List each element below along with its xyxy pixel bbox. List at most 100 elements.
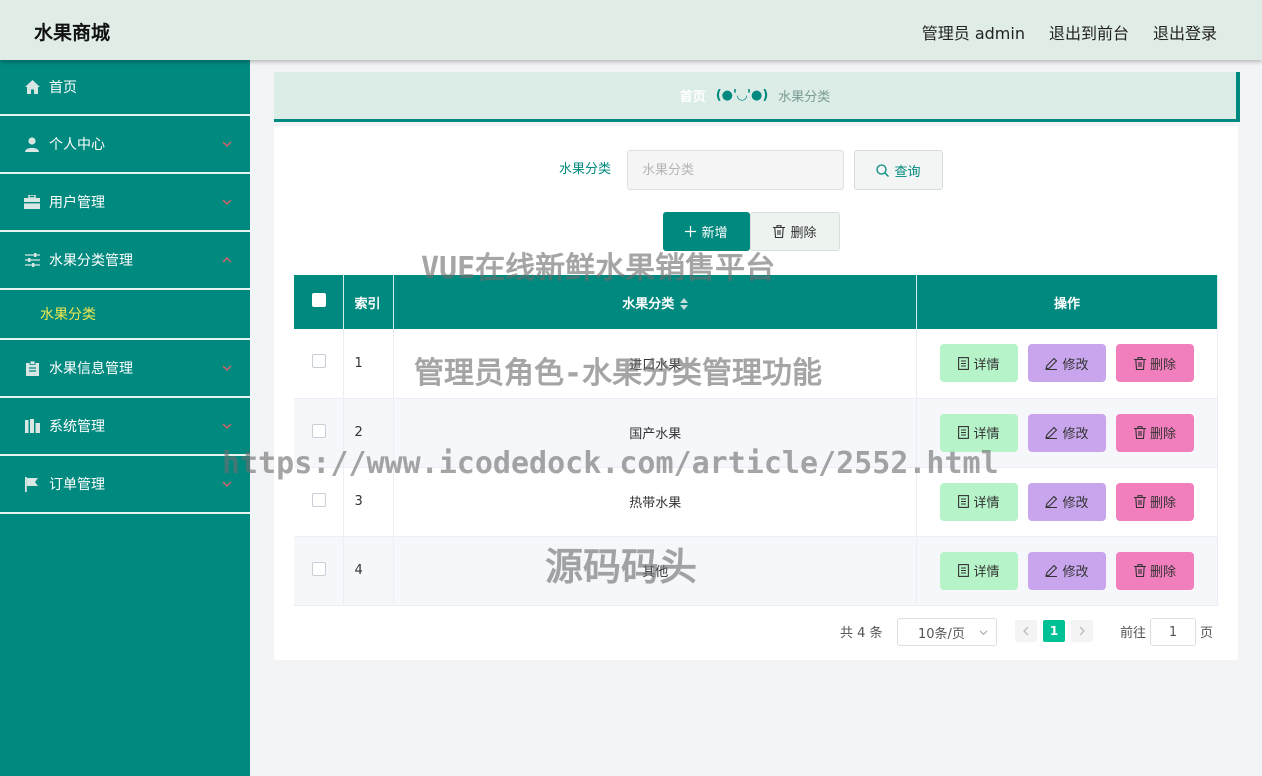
row-checkbox[interactable]: [311, 423, 326, 438]
detail-button[interactable]: 详情: [940, 482, 1018, 521]
sidebar-item-label: 个人中心: [49, 137, 105, 153]
bars-icon: [24, 418, 40, 434]
edit-button-label: 修改: [1062, 565, 1089, 580]
briefcase-icon: [24, 194, 40, 210]
select-all-cell: [294, 275, 345, 329]
page-unit-label: 页: [1200, 626, 1214, 641]
batch-delete-button[interactable]: 删除: [750, 212, 840, 251]
admin-user-link[interactable]: 管理员 admin: [922, 20, 1025, 44]
edit-button-label: 修改: [1062, 357, 1089, 373]
chevron-down-icon: [222, 141, 232, 147]
column-header-actions: 操作: [916, 275, 1218, 329]
sliders-icon: [24, 252, 40, 268]
document-icon: [958, 564, 970, 577]
prev-page-button[interactable]: [1015, 620, 1037, 642]
delete-button[interactable]: 删除: [1116, 482, 1194, 521]
delete-button[interactable]: 删除: [1116, 551, 1194, 590]
goto-label: 前往: [1120, 626, 1147, 641]
category-search-input[interactable]: [627, 150, 844, 190]
row-category-name: 进口水果: [393, 329, 918, 399]
table-row: 2 国产水果 详情 修改 删除: [294, 398, 1218, 468]
detail-button-label: 详情: [973, 427, 1000, 442]
delete-button-label: 删除: [1149, 427, 1176, 442]
chevron-down-icon: [222, 199, 232, 205]
sidebar-item-system-management[interactable]: 系统管理: [0, 398, 250, 456]
pencil-icon: [1045, 357, 1058, 370]
column-header-category[interactable]: 水果分类: [393, 275, 918, 329]
sidebar-item-personal-center[interactable]: 个人中心: [0, 116, 250, 174]
sidebar-item-fruit-category-management[interactable]: 水果分类管理: [0, 232, 250, 290]
edit-button[interactable]: 修改: [1028, 344, 1106, 383]
home-icon: [24, 79, 40, 95]
category-table: 索引 水果分类 操作 1 进口水果 详情 修改 删除 2 国产水果 详情 修改 …: [294, 275, 1218, 606]
query-button[interactable]: 查询: [854, 150, 943, 190]
sidebar-item-label: 系统管理: [49, 419, 105, 435]
breadcrumb-separator: (●'◡'●): [715, 88, 769, 103]
document-icon: [958, 426, 970, 439]
next-page-button[interactable]: [1071, 620, 1093, 642]
row-actions: 详情 修改 删除: [916, 329, 1218, 399]
add-button[interactable]: 新增: [663, 212, 750, 251]
chevron-down-icon: [979, 630, 988, 636]
pencil-icon: [1045, 426, 1058, 439]
page-number-current[interactable]: 1: [1043, 620, 1065, 642]
row-checkbox[interactable]: [311, 354, 326, 369]
plus-icon: [685, 226, 697, 237]
page-size-value: 10条/页: [918, 626, 965, 642]
row-actions: 详情 修改 删除: [916, 536, 1218, 606]
detail-button[interactable]: 详情: [940, 413, 1018, 452]
edit-button[interactable]: 修改: [1028, 482, 1106, 521]
row-index: 2: [343, 398, 395, 468]
sidebar-item-label: 订单管理: [49, 477, 105, 493]
goto-page-input[interactable]: [1150, 618, 1196, 646]
sidebar-item-home[interactable]: 首页: [0, 60, 250, 116]
delete-button-label: 删除: [1149, 357, 1176, 373]
detail-button-label: 详情: [973, 565, 1000, 580]
table-row: 1 进口水果 详情 修改 删除: [294, 329, 1218, 399]
trash-icon: [1133, 426, 1146, 439]
row-checkbox[interactable]: [311, 561, 326, 576]
breadcrumb: 首页 (●'◡'●) 水果分类: [274, 72, 1240, 122]
row-checkbox[interactable]: [311, 492, 326, 507]
pencil-icon: [1045, 564, 1058, 577]
sidebar-item-fruit-info-management[interactable]: 水果信息管理: [0, 340, 250, 398]
row-select-cell: [294, 329, 345, 399]
detail-button-label: 详情: [973, 357, 1000, 373]
sidebar-item-user-management[interactable]: 用户管理: [0, 174, 250, 232]
row-select-cell: [294, 536, 345, 606]
top-bar: 水果商城 管理员 admin 退出到前台 退出登录: [0, 0, 1262, 60]
select-all-checkbox[interactable]: [311, 293, 326, 307]
edit-button[interactable]: 修改: [1028, 551, 1106, 590]
delete-button-label: 删除: [1149, 496, 1176, 511]
delete-button-label: 删除: [1149, 565, 1176, 580]
edit-button-label: 修改: [1062, 427, 1089, 442]
sidebar-item-label: 用户管理: [49, 195, 105, 211]
add-button-label: 新增: [701, 226, 728, 241]
main-panel: 水果分类 查询 新增 删除 索引 水果分类 操作 1 进口水果: [274, 126, 1238, 660]
breadcrumb-home[interactable]: 首页: [680, 86, 706, 105]
sort-icon[interactable]: [680, 298, 689, 310]
table-row: 4 其他 详情 修改 删除: [294, 536, 1218, 606]
chevron-right-icon: [1079, 626, 1085, 636]
exit-to-front-link[interactable]: 退出到前台: [1049, 20, 1129, 44]
detail-button[interactable]: 详情: [940, 344, 1018, 383]
detail-button[interactable]: 详情: [940, 551, 1018, 590]
chevron-down-icon: [222, 481, 232, 487]
user-icon: [24, 136, 40, 152]
top-links: 管理员 admin 退出到前台 退出登录: [922, 20, 1217, 44]
delete-button[interactable]: 删除: [1116, 344, 1194, 383]
trash-icon: [1133, 356, 1146, 370]
edit-button[interactable]: 修改: [1028, 413, 1106, 452]
row-actions: 详情 修改 删除: [916, 398, 1218, 468]
chevron-down-icon: [222, 423, 232, 429]
edit-button-label: 修改: [1062, 496, 1089, 511]
column-header-index: 索引: [343, 275, 395, 329]
logout-link[interactable]: 退出登录: [1153, 20, 1217, 44]
sidebar-subitem-fruit-category[interactable]: 水果分类: [0, 290, 250, 340]
delete-button[interactable]: 删除: [1116, 413, 1194, 452]
row-category-name: 其他: [393, 536, 918, 606]
trash-icon: [773, 225, 786, 238]
sidebar-item-order-management[interactable]: 订单管理: [0, 456, 250, 514]
page-size-select[interactable]: 10条/页: [897, 618, 997, 646]
trash-icon: [1133, 564, 1146, 577]
